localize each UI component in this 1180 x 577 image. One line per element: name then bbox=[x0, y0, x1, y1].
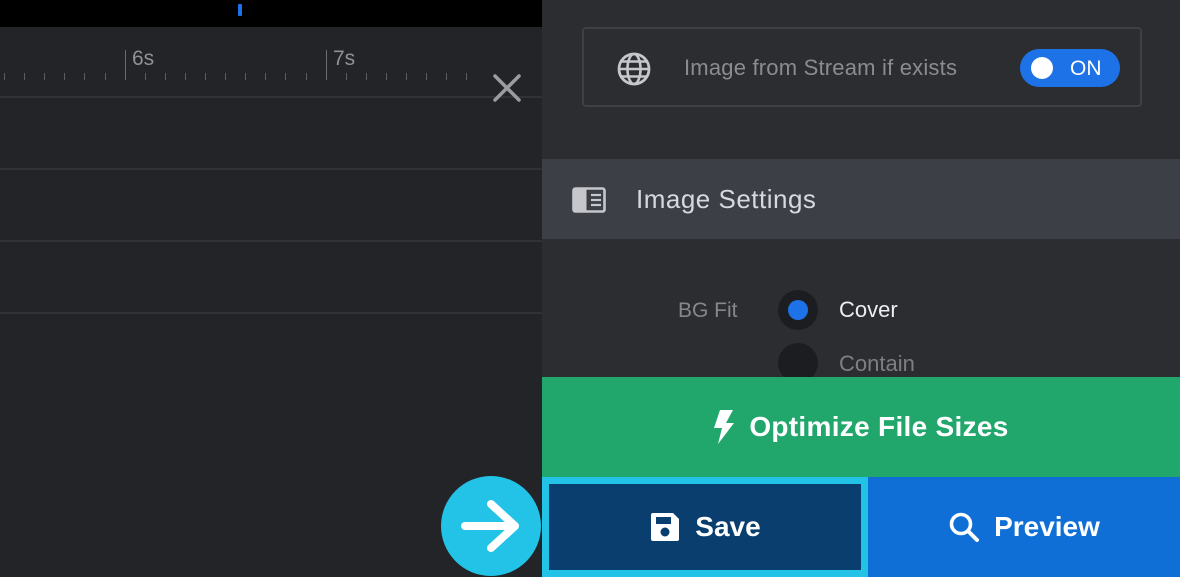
optimize-file-sizes-button[interactable]: Optimize File Sizes bbox=[542, 377, 1180, 477]
ruler-tick bbox=[285, 73, 286, 80]
toggle-knob bbox=[1031, 57, 1053, 79]
ruler-tick bbox=[426, 73, 427, 80]
save-label: Save bbox=[695, 511, 761, 542]
ruler-tick bbox=[406, 73, 407, 80]
ruler-tick bbox=[225, 73, 226, 80]
toggle-state-label: ON bbox=[1070, 57, 1102, 80]
ruler-tick bbox=[105, 73, 106, 80]
ruler-tick bbox=[44, 73, 45, 80]
ruler-label-7s: 7s bbox=[333, 47, 356, 70]
ruler-tick bbox=[446, 73, 447, 80]
preview-button[interactable]: Preview bbox=[868, 477, 1180, 577]
ruler-tick bbox=[24, 73, 25, 80]
ruler-tick bbox=[306, 73, 307, 80]
timeline-panel: 6s 7s bbox=[0, 0, 542, 577]
ruler-label-6s: 6s bbox=[132, 47, 155, 70]
timeline-ruler[interactable]: 6s 7s bbox=[0, 27, 542, 102]
bg-fit-cover-label[interactable]: Cover bbox=[839, 297, 898, 323]
bg-fit-cover-radio[interactable] bbox=[778, 290, 818, 330]
arrow-right-icon bbox=[461, 500, 519, 552]
ruler-tick bbox=[165, 73, 166, 80]
image-from-stream-label: Image from Stream if exists bbox=[684, 55, 958, 80]
next-step-button[interactable] bbox=[441, 476, 541, 576]
ruler-tick bbox=[466, 73, 467, 80]
ruler-tick bbox=[346, 73, 347, 80]
bg-fit-contain-label[interactable]: Contain bbox=[839, 351, 915, 377]
ruler-tick bbox=[245, 73, 246, 80]
ruler-tick bbox=[366, 73, 367, 80]
search-icon bbox=[949, 512, 980, 542]
image-from-stream-toggle[interactable]: ON bbox=[1020, 49, 1120, 87]
save-button[interactable]: Save bbox=[542, 477, 868, 577]
timeline-track-1[interactable] bbox=[0, 98, 542, 170]
lightning-bolt-icon bbox=[714, 410, 735, 444]
timeline-track-2[interactable] bbox=[0, 170, 542, 242]
timeline-top-bar bbox=[0, 0, 542, 27]
image-from-stream-setting: Image from Stream if exists ON bbox=[582, 27, 1142, 107]
globe-icon bbox=[617, 52, 651, 86]
timeline-track-3[interactable] bbox=[0, 242, 542, 314]
ruler-tick bbox=[265, 73, 266, 80]
settings-panel: Image from Stream if exists ON Image Set… bbox=[542, 0, 1180, 577]
ruler-tick bbox=[205, 73, 206, 80]
ruler-tick bbox=[326, 50, 327, 80]
ruler-tick bbox=[386, 73, 387, 80]
playhead-marker[interactable] bbox=[238, 4, 242, 16]
ruler-tick bbox=[145, 73, 146, 80]
ruler-tick bbox=[185, 73, 186, 80]
floppy-disk-icon bbox=[651, 513, 680, 541]
ruler-tick bbox=[125, 50, 126, 80]
ruler-tick bbox=[4, 73, 5, 80]
preview-label: Preview bbox=[994, 511, 1100, 542]
editor-root: 6s 7s Image from Stream if exists ON Ima… bbox=[0, 0, 1180, 577]
panel-layout-icon bbox=[572, 187, 606, 213]
image-settings-header[interactable]: Image Settings bbox=[542, 159, 1180, 239]
ruler-tick bbox=[64, 73, 65, 80]
optimize-label: Optimize File Sizes bbox=[749, 411, 1009, 442]
ruler-tick bbox=[84, 73, 85, 80]
bg-fit-label: BG Fit bbox=[678, 299, 738, 322]
image-settings-title: Image Settings bbox=[636, 184, 817, 214]
